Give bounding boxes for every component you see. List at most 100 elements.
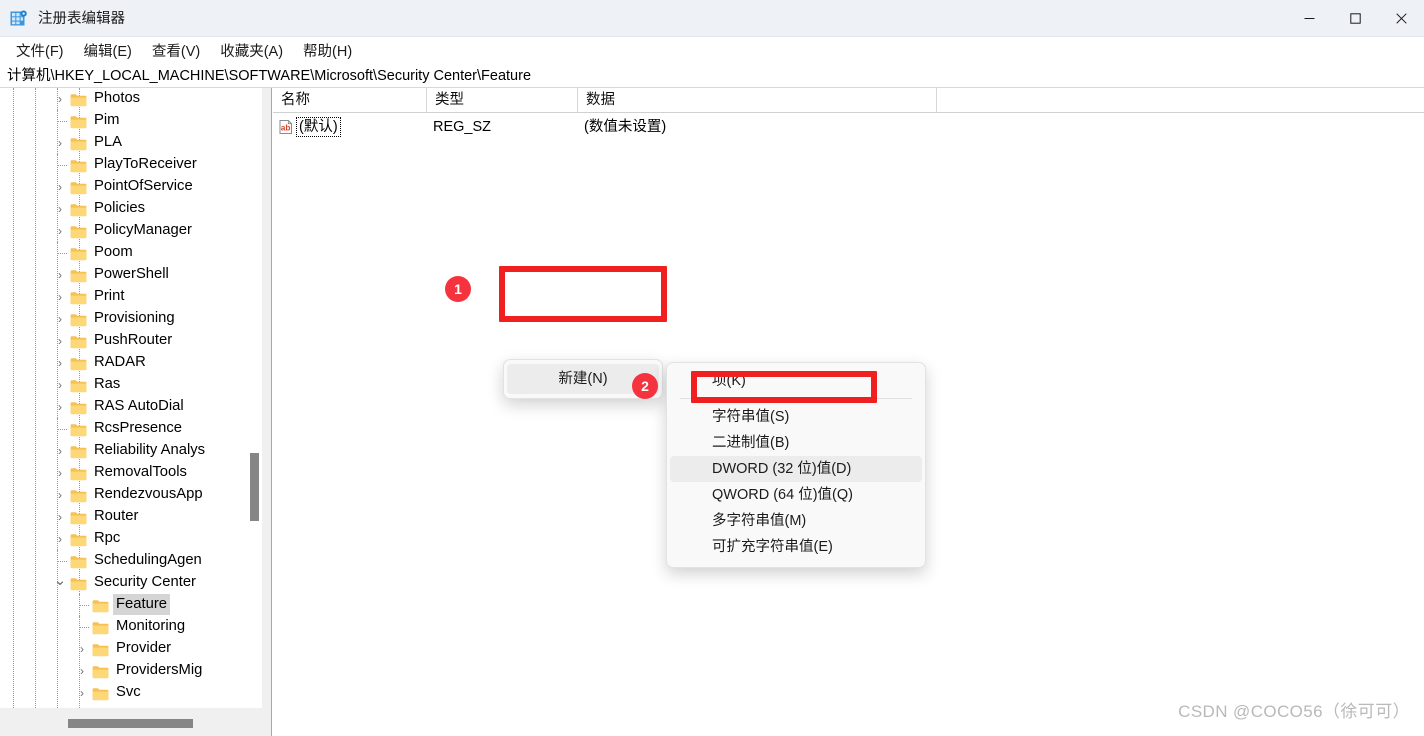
chevron-right-icon[interactable]: ›: [52, 286, 68, 308]
menu-help[interactable]: 帮助(H): [295, 38, 360, 64]
chevron-right-icon[interactable]: ›: [52, 462, 68, 484]
tree-item-label: ProvidersMig: [116, 662, 203, 678]
menu-item-expandable-string-value[interactable]: 可扩充字符串值(E): [670, 534, 922, 560]
tree-item-svc[interactable]: › Svc: [0, 682, 256, 704]
registry-path: 计算机\HKEY_LOCAL_MACHINE\SOFTWARE\Microsof…: [7, 67, 532, 84]
chevron-right-icon[interactable]: ›: [52, 330, 68, 352]
folder-icon: [70, 422, 87, 437]
tree-item-label: PLA: [94, 134, 122, 150]
tree-item-label: PushRouter: [94, 332, 173, 348]
column-header-name[interactable]: 名称: [273, 88, 427, 112]
tree-item-label: Provisioning: [94, 310, 175, 326]
value-type: REG_SZ: [433, 119, 492, 135]
folder-icon: [70, 444, 87, 459]
tree-item-label: Reliability Analys: [94, 442, 206, 458]
tree-item-label: RADAR: [94, 354, 146, 370]
tree-horizontal-scrollbar[interactable]: [6, 716, 264, 730]
tree-item-ras-autodial[interactable]: › RAS AutoDial: [0, 396, 256, 418]
tree-item-pim[interactable]: Pim: [0, 110, 256, 132]
address-bar[interactable]: 计算机\HKEY_LOCAL_MACHINE\SOFTWARE\Microsof…: [0, 64, 1424, 88]
menu-item-qword-64-value[interactable]: QWORD (64 位)值(Q): [670, 482, 922, 508]
tree-item-rcspresence[interactable]: RcsPresence: [0, 418, 256, 440]
menu-view[interactable]: 查看(V): [144, 38, 208, 64]
tree-item-provider[interactable]: › Provider: [0, 638, 256, 660]
table-row[interactable]: ab (默认) REG_SZ (数值未设置): [273, 115, 1424, 139]
tree-item-photos[interactable]: › Photos: [0, 88, 256, 110]
tree-item-pla[interactable]: › PLA: [0, 132, 256, 154]
chevron-right-icon[interactable]: ›: [74, 660, 90, 682]
chevron-right-icon[interactable]: ›: [52, 396, 68, 418]
tree-item-providersmig[interactable]: › ProvidersMig: [0, 660, 256, 682]
close-button[interactable]: [1378, 0, 1424, 37]
menu-file[interactable]: 文件(F): [8, 38, 72, 64]
tree-item-pushrouter[interactable]: › PushRouter: [0, 330, 256, 352]
menu-item-dword-32-value[interactable]: DWORD (32 位)值(D): [670, 456, 922, 482]
chevron-right-icon[interactable]: ›: [52, 528, 68, 550]
folder-icon: [70, 180, 87, 195]
tree-item-powershell[interactable]: › PowerShell: [0, 264, 256, 286]
menu-item-binary-value[interactable]: 二进制值(B): [670, 430, 922, 456]
chevron-right-icon[interactable]: ›: [52, 506, 68, 528]
folder-icon: [70, 356, 87, 371]
tree-item-rpc[interactable]: › Rpc: [0, 528, 256, 550]
chevron-right-icon[interactable]: ›: [52, 352, 68, 374]
folder-icon: [70, 224, 87, 239]
menu-favorites[interactable]: 收藏夹(A): [212, 38, 291, 64]
chevron-down-icon[interactable]: ⌄: [52, 572, 68, 594]
tree-horizontal-scroll-thumb[interactable]: [68, 719, 193, 728]
chevron-right-icon[interactable]: ›: [52, 132, 68, 154]
tree-stub-guide: [57, 550, 59, 572]
chevron-right-icon[interactable]: ›: [52, 176, 68, 198]
tree-item-monitoring[interactable]: Monitoring: [0, 616, 256, 638]
tree-item-router[interactable]: › Router: [0, 506, 256, 528]
column-header-data[interactable]: 数据: [578, 88, 937, 112]
tree-item-feature[interactable]: Feature: [0, 594, 256, 616]
tree-item-playtoreceiver[interactable]: PlayToReceiver: [0, 154, 256, 176]
tree-item-policies[interactable]: › Policies: [0, 198, 256, 220]
menu-item-multi-string-value[interactable]: 多字符串值(M): [670, 508, 922, 534]
tree-item-label: Policies: [94, 200, 145, 216]
chevron-right-icon[interactable]: ›: [52, 264, 68, 286]
tree-item-radar[interactable]: › RADAR: [0, 352, 256, 374]
tree-vertical-scrollbar[interactable]: [248, 88, 262, 708]
chevron-right-icon[interactable]: ›: [52, 88, 68, 110]
tree-item-label: Poom: [94, 244, 133, 260]
tree-item-schedulingagen[interactable]: SchedulingAgen: [0, 550, 256, 572]
tree-item-label: Ras: [94, 376, 121, 392]
maximize-button[interactable]: [1332, 0, 1378, 37]
menu-edit[interactable]: 编辑(E): [76, 38, 140, 64]
tree-item-removaltools[interactable]: › RemovalTools: [0, 462, 256, 484]
minimize-button[interactable]: [1286, 0, 1332, 37]
chevron-right-icon[interactable]: ›: [52, 198, 68, 220]
tree-item-provisioning[interactable]: › Provisioning: [0, 308, 256, 330]
tree-item-poom[interactable]: Poom: [0, 242, 256, 264]
tree-item-security-center[interactable]: ⌄ Security Center: [0, 572, 256, 594]
tree-item-rendezvousapp[interactable]: › RendezvousApp: [0, 484, 256, 506]
folder-icon: [70, 466, 87, 481]
tree-item-pointofservice[interactable]: › PointOfService: [0, 176, 256, 198]
chevron-right-icon[interactable]: ›: [52, 484, 68, 506]
folder-icon: [70, 158, 87, 173]
svg-text:ab: ab: [281, 122, 291, 132]
value-name-cell[interactable]: ab (默认): [278, 117, 341, 137]
tree-vertical-scroll-thumb[interactable]: [250, 453, 259, 521]
tree-stub-guide: [79, 616, 81, 638]
chevron-right-icon[interactable]: ›: [52, 440, 68, 462]
menu-item-string-value[interactable]: 字符串值(S): [670, 404, 922, 430]
chevron-right-icon[interactable]: ›: [74, 638, 90, 660]
tree-item-print[interactable]: › Print: [0, 286, 256, 308]
tree-stub-guide: [57, 242, 59, 264]
folder-icon: [70, 268, 87, 283]
tree-item-ras[interactable]: › Ras: [0, 374, 256, 396]
chevron-right-icon[interactable]: ›: [52, 220, 68, 242]
chevron-right-icon[interactable]: ›: [52, 374, 68, 396]
tree-item-label: PolicyManager: [94, 222, 192, 238]
chevron-right-icon[interactable]: ›: [74, 682, 90, 704]
tree-item-policymanager[interactable]: › PolicyManager: [0, 220, 256, 242]
window-title: 注册表编辑器: [38, 11, 125, 27]
chevron-right-icon[interactable]: ›: [52, 308, 68, 330]
column-header-type[interactable]: 类型: [427, 88, 578, 112]
registry-tree[interactable]: › Photos Pim › PLA PlayToReceiver › PointOfServ…: [0, 88, 256, 708]
tree-item-label: Rpc: [94, 530, 121, 546]
tree-item-reliability-analys[interactable]: › Reliability Analys: [0, 440, 256, 462]
